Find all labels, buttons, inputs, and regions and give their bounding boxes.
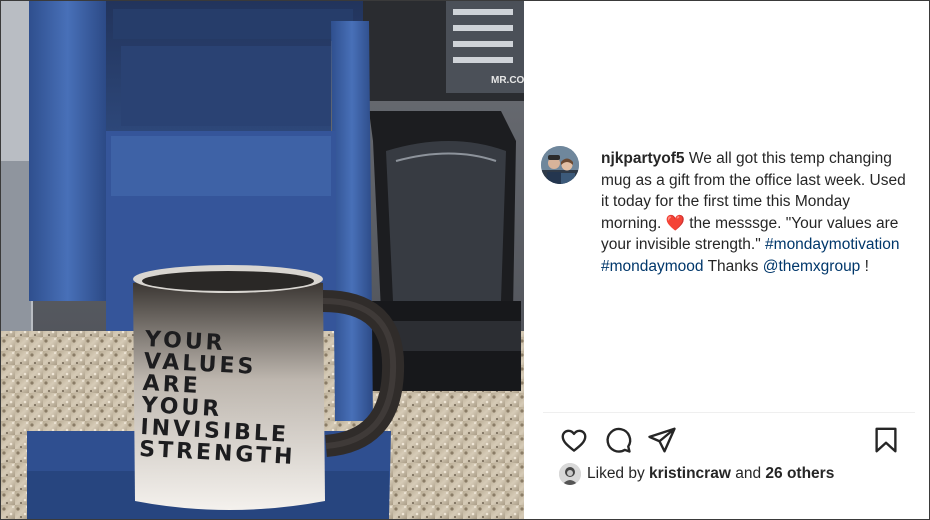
instagram-post: MR.COF — [0, 0, 930, 520]
coffee-pot-brand: MR.COF — [491, 75, 524, 86]
caption-username[interactable]: njkpartyof5 — [601, 150, 685, 167]
heart-emoji: ❤️ — [665, 214, 685, 232]
liker-username[interactable]: kristincraw — [649, 465, 731, 482]
comment-button[interactable] — [603, 425, 633, 455]
likes-text: Liked by kristincraw and 26 others — [587, 465, 834, 483]
post-caption: njkpartyof5 We all got this temp changin… — [601, 148, 911, 277]
heart-icon — [561, 429, 587, 452]
caption-text: Thanks — [703, 257, 763, 275]
share-button[interactable] — [647, 425, 677, 455]
likes-summary: Liked by kristincraw and 26 others — [559, 462, 834, 486]
liker-avatar[interactable] — [559, 463, 581, 485]
mug-slogan: YOUR VALUES ARE YOUR INVISIBLE STRENGTH — [139, 327, 302, 470]
caption-text: ! — [860, 257, 869, 275]
share-icon — [648, 427, 676, 453]
save-button[interactable] — [871, 425, 901, 455]
hashtag-link[interactable]: #mondaymotivation — [765, 236, 899, 253]
post-actions — [559, 425, 919, 457]
author-avatar[interactable] — [541, 146, 579, 184]
likes-count-link[interactable]: 26 others — [765, 465, 834, 482]
comment-icon — [606, 427, 632, 453]
section-divider — [543, 412, 915, 413]
like-button[interactable] — [559, 425, 589, 455]
post-side-panel: njkpartyof5 We all got this temp changin… — [525, 1, 929, 519]
mention-link[interactable]: @themxgroup — [763, 258, 861, 275]
post-photo: MR.COF — [1, 1, 524, 519]
likes-prefix: Liked by — [587, 465, 650, 482]
likes-middle: and — [730, 465, 766, 482]
bookmark-icon — [875, 427, 897, 453]
hashtag-link[interactable]: #mondaymood — [601, 258, 704, 275]
